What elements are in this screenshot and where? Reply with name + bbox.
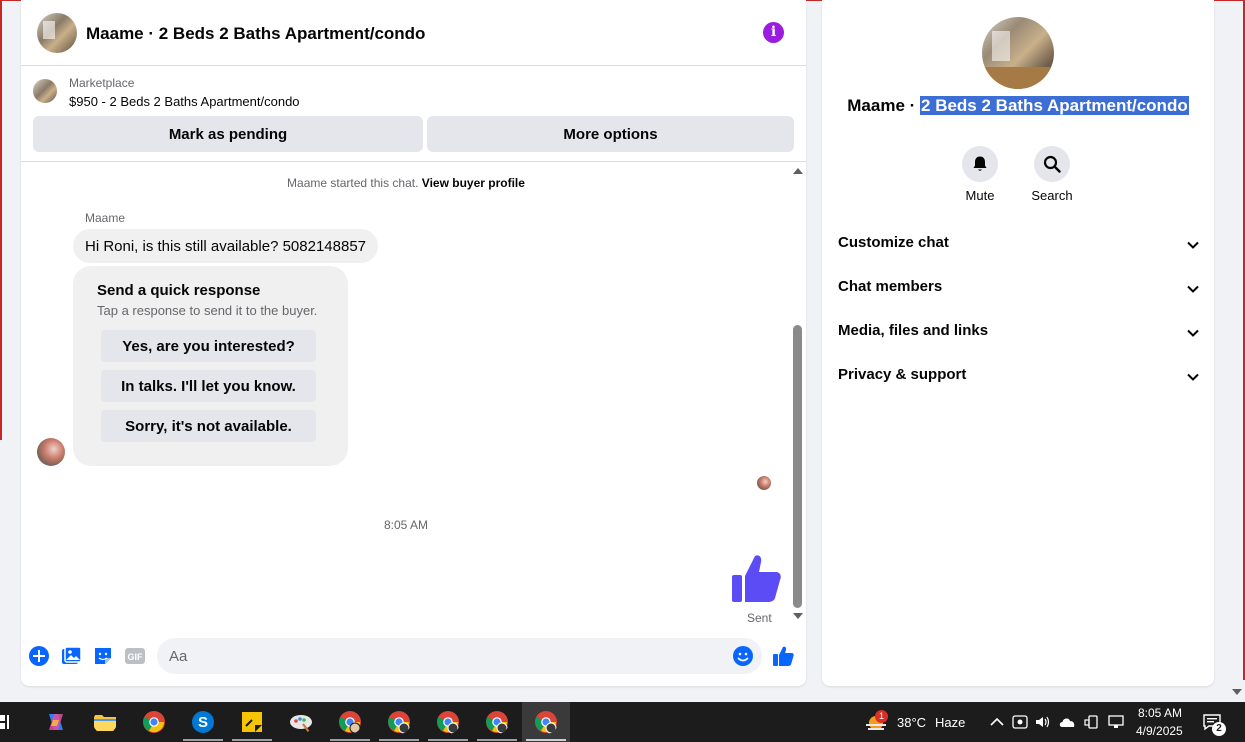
chrome-profile-icon[interactable]: [485, 710, 509, 734]
chevron-down-icon: [1187, 241, 1199, 249]
volume-icon[interactable]: [1035, 715, 1051, 729]
running-indicator: [232, 739, 272, 741]
quick-response-title: Send a quick response: [97, 282, 261, 299]
chat-title[interactable]: Maame · 2 Beds 2 Baths Apartment/condo: [86, 24, 425, 44]
section-customize-chat[interactable]: Customize chat: [838, 234, 1200, 258]
section-privacy-support[interactable]: Privacy & support: [838, 366, 1200, 390]
svg-text:S: S: [198, 714, 208, 731]
more-options-button[interactable]: More options: [427, 116, 794, 152]
details-name: Maame ·: [847, 96, 921, 115]
gif-icon[interactable]: GIF: [124, 645, 146, 667]
notification-count: 2: [1212, 722, 1226, 736]
chrome-profile-icon[interactable]: [436, 710, 460, 734]
clock-time[interactable]: 8:05 AM: [1138, 706, 1182, 720]
paint-icon[interactable]: [289, 710, 313, 734]
view-buyer-profile-link[interactable]: View buyer profile: [422, 176, 525, 190]
running-indicator: [428, 739, 468, 741]
network-icon[interactable]: [1108, 715, 1124, 729]
quick-response-option[interactable]: Yes, are you interested?: [101, 330, 316, 362]
details-panel: Maame · 2 Beds 2 Baths Apartment/condo M…: [822, 0, 1214, 686]
thumbs-up-icon: [732, 555, 781, 602]
scrollbar-thumb[interactable]: [793, 325, 802, 608]
mark-as-pending-button[interactable]: Mark as pending: [33, 116, 423, 152]
section-label: Privacy & support: [838, 366, 967, 383]
chat-header: Maame · 2 Beds 2 Baths Apartment/condo i: [21, 0, 806, 66]
task-view-icon[interactable]: [0, 714, 12, 730]
like-send-icon[interactable]: [772, 645, 794, 667]
temperature[interactable]: 38°C: [897, 715, 926, 730]
running-indicator: [477, 739, 517, 741]
chevron-up-icon[interactable]: [989, 715, 1005, 729]
chrome-profile-icon[interactable]: [387, 710, 411, 734]
running-indicator: [330, 739, 370, 741]
running-indicator: [526, 739, 566, 741]
sticky-notes-icon[interactable]: [240, 710, 264, 734]
marketplace-label: Marketplace: [69, 76, 135, 90]
gif-label: GIF: [128, 652, 144, 662]
meet-now-icon[interactable]: [1012, 715, 1028, 729]
page-scroll-down-arrow[interactable]: [1232, 688, 1242, 696]
listing-thumbnail: [33, 79, 57, 103]
weather-badge: 1: [875, 710, 888, 723]
weather-condition[interactable]: Haze: [935, 715, 965, 730]
details-title: Maame · 2 Beds 2 Baths Apartment/condo: [822, 96, 1214, 116]
mute-label: Mute: [965, 188, 995, 203]
copilot-icon[interactable]: [44, 710, 68, 734]
taskbar: S 1 38°C Haze 8:05 AM 4/9/2025 2: [0, 702, 1245, 742]
chat-started-text: Maame started this chat.: [287, 176, 419, 190]
search-label: Search: [1031, 188, 1073, 203]
sticker-icon[interactable]: [92, 645, 114, 667]
scrollbar[interactable]: [791, 162, 805, 624]
sent-status: Sent: [747, 611, 772, 625]
listing-avatar[interactable]: [37, 13, 77, 53]
chrome-profile-icon[interactable]: [534, 710, 558, 734]
emoji-icon[interactable]: [732, 645, 754, 667]
scroll-down-arrow[interactable]: [793, 613, 803, 619]
quick-response-card: Send a quick response Tap a response to …: [73, 266, 348, 466]
photo-icon[interactable]: [60, 645, 82, 667]
section-media-files-links[interactable]: Media, files and links: [838, 322, 1200, 346]
read-receipt-avatar: [757, 476, 771, 490]
section-label: Customize chat: [838, 234, 949, 251]
info-icon[interactable]: i: [763, 22, 784, 43]
device-icon[interactable]: [1084, 715, 1100, 729]
chrome-profile-icon[interactable]: [338, 710, 362, 734]
window-frame-left: [0, 0, 2, 440]
section-chat-members[interactable]: Chat members: [838, 278, 1200, 302]
details-avatar[interactable]: [982, 17, 1054, 89]
sender-name: Maame: [85, 211, 126, 225]
chrome-icon[interactable]: [142, 710, 166, 734]
quick-response-option[interactable]: Sorry, it's not available.: [101, 410, 316, 442]
search-button[interactable]: Search: [1017, 146, 1087, 203]
chat-started-notice: Maame started this chat. View buyer prof…: [21, 176, 791, 190]
details-name-selected: 2 Beds 2 Baths Apartment/condo: [920, 96, 1189, 115]
mute-button[interactable]: Mute: [945, 146, 1015, 203]
buyer-avatar[interactable]: [37, 438, 65, 466]
chevron-down-icon: [1187, 329, 1199, 337]
quick-response-option[interactable]: In talks. I'll let you know.: [101, 370, 316, 402]
file-explorer-icon[interactable]: [93, 710, 117, 734]
quick-response-subtitle: Tap a response to send it to the buyer.: [97, 303, 318, 318]
running-indicator: [379, 739, 419, 741]
message-input[interactable]: [157, 638, 762, 674]
section-label: Media, files and links: [838, 322, 989, 339]
plus-icon[interactable]: [28, 645, 50, 667]
listing-summary: $950 - 2 Beds 2 Baths Apartment/condo: [69, 94, 300, 109]
message-bubble[interactable]: Hi Roni, is this still available? 508214…: [73, 229, 379, 263]
onedrive-icon[interactable]: [1059, 715, 1075, 729]
chevron-down-icon: [1187, 285, 1199, 293]
running-indicator: [183, 739, 223, 741]
divider: [21, 161, 806, 162]
message-timestamp: 8:05 AM: [383, 518, 429, 532]
skype-icon[interactable]: S: [191, 710, 215, 734]
marketplace-listing[interactable]: Marketplace $950 - 2 Beds 2 Baths Apartm…: [21, 67, 806, 115]
message-composer: GIF: [21, 636, 806, 676]
chat-panel: Maame · 2 Beds 2 Baths Apartment/condo i…: [21, 0, 806, 686]
scroll-up-arrow[interactable]: [793, 168, 803, 174]
bell-icon: [973, 156, 987, 171]
clock-date[interactable]: 4/9/2025: [1136, 724, 1183, 738]
section-label: Chat members: [838, 278, 943, 295]
chevron-down-icon: [1187, 373, 1199, 381]
search-icon: [1043, 155, 1061, 173]
